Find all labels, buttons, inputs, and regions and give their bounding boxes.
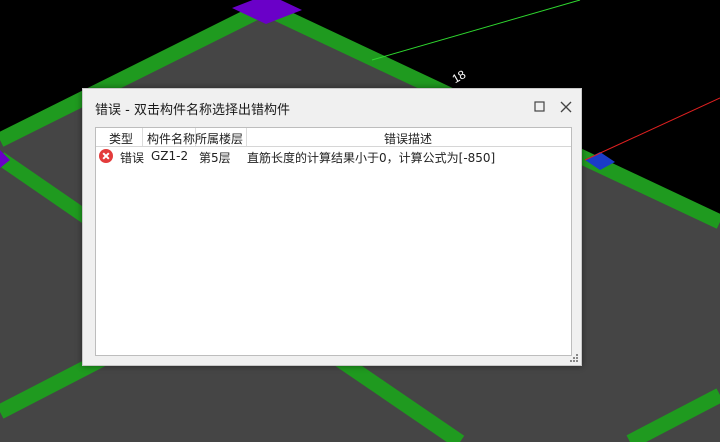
maximize-icon[interactable]: [531, 98, 549, 116]
error-dialog: 错误 - 双击构件名称选择出错构件 类型 构件名称 所属楼层 错误描述 错误 G…: [82, 88, 582, 366]
close-icon[interactable]: [557, 98, 575, 116]
error-list[interactable]: 类型 构件名称 所属楼层 错误描述 错误 GZ1-2 第5层 直筋长度的计算结果…: [95, 127, 572, 356]
error-icon: [99, 149, 113, 163]
dialog-title: 错误 - 双击构件名称选择出错构件: [95, 103, 290, 118]
column-header-type[interactable]: 类型: [109, 130, 133, 147]
list-header: 类型 构件名称 所属楼层 错误描述: [96, 128, 571, 147]
cell-name[interactable]: GZ1-2: [151, 149, 188, 163]
cell-description: 直筋长度的计算结果小于0，计算公式为[-850]: [247, 151, 496, 165]
table-row[interactable]: 错误 GZ1-2 第5层 直筋长度的计算结果小于0，计算公式为[-850]: [96, 147, 571, 166]
cell-floor: 第5层: [199, 151, 231, 165]
column-divider[interactable]: [246, 128, 247, 146]
column-header-description[interactable]: 错误描述: [384, 130, 432, 147]
column-header-floor[interactable]: 所属楼层: [195, 130, 243, 147]
resize-grip-icon[interactable]: [569, 353, 579, 363]
cell-type: 错误: [120, 151, 145, 165]
column-header-name[interactable]: 构件名称: [147, 130, 195, 147]
dialog-titlebar[interactable]: 错误 - 双击构件名称选择出错构件: [83, 89, 581, 127]
column-divider[interactable]: [142, 128, 143, 146]
